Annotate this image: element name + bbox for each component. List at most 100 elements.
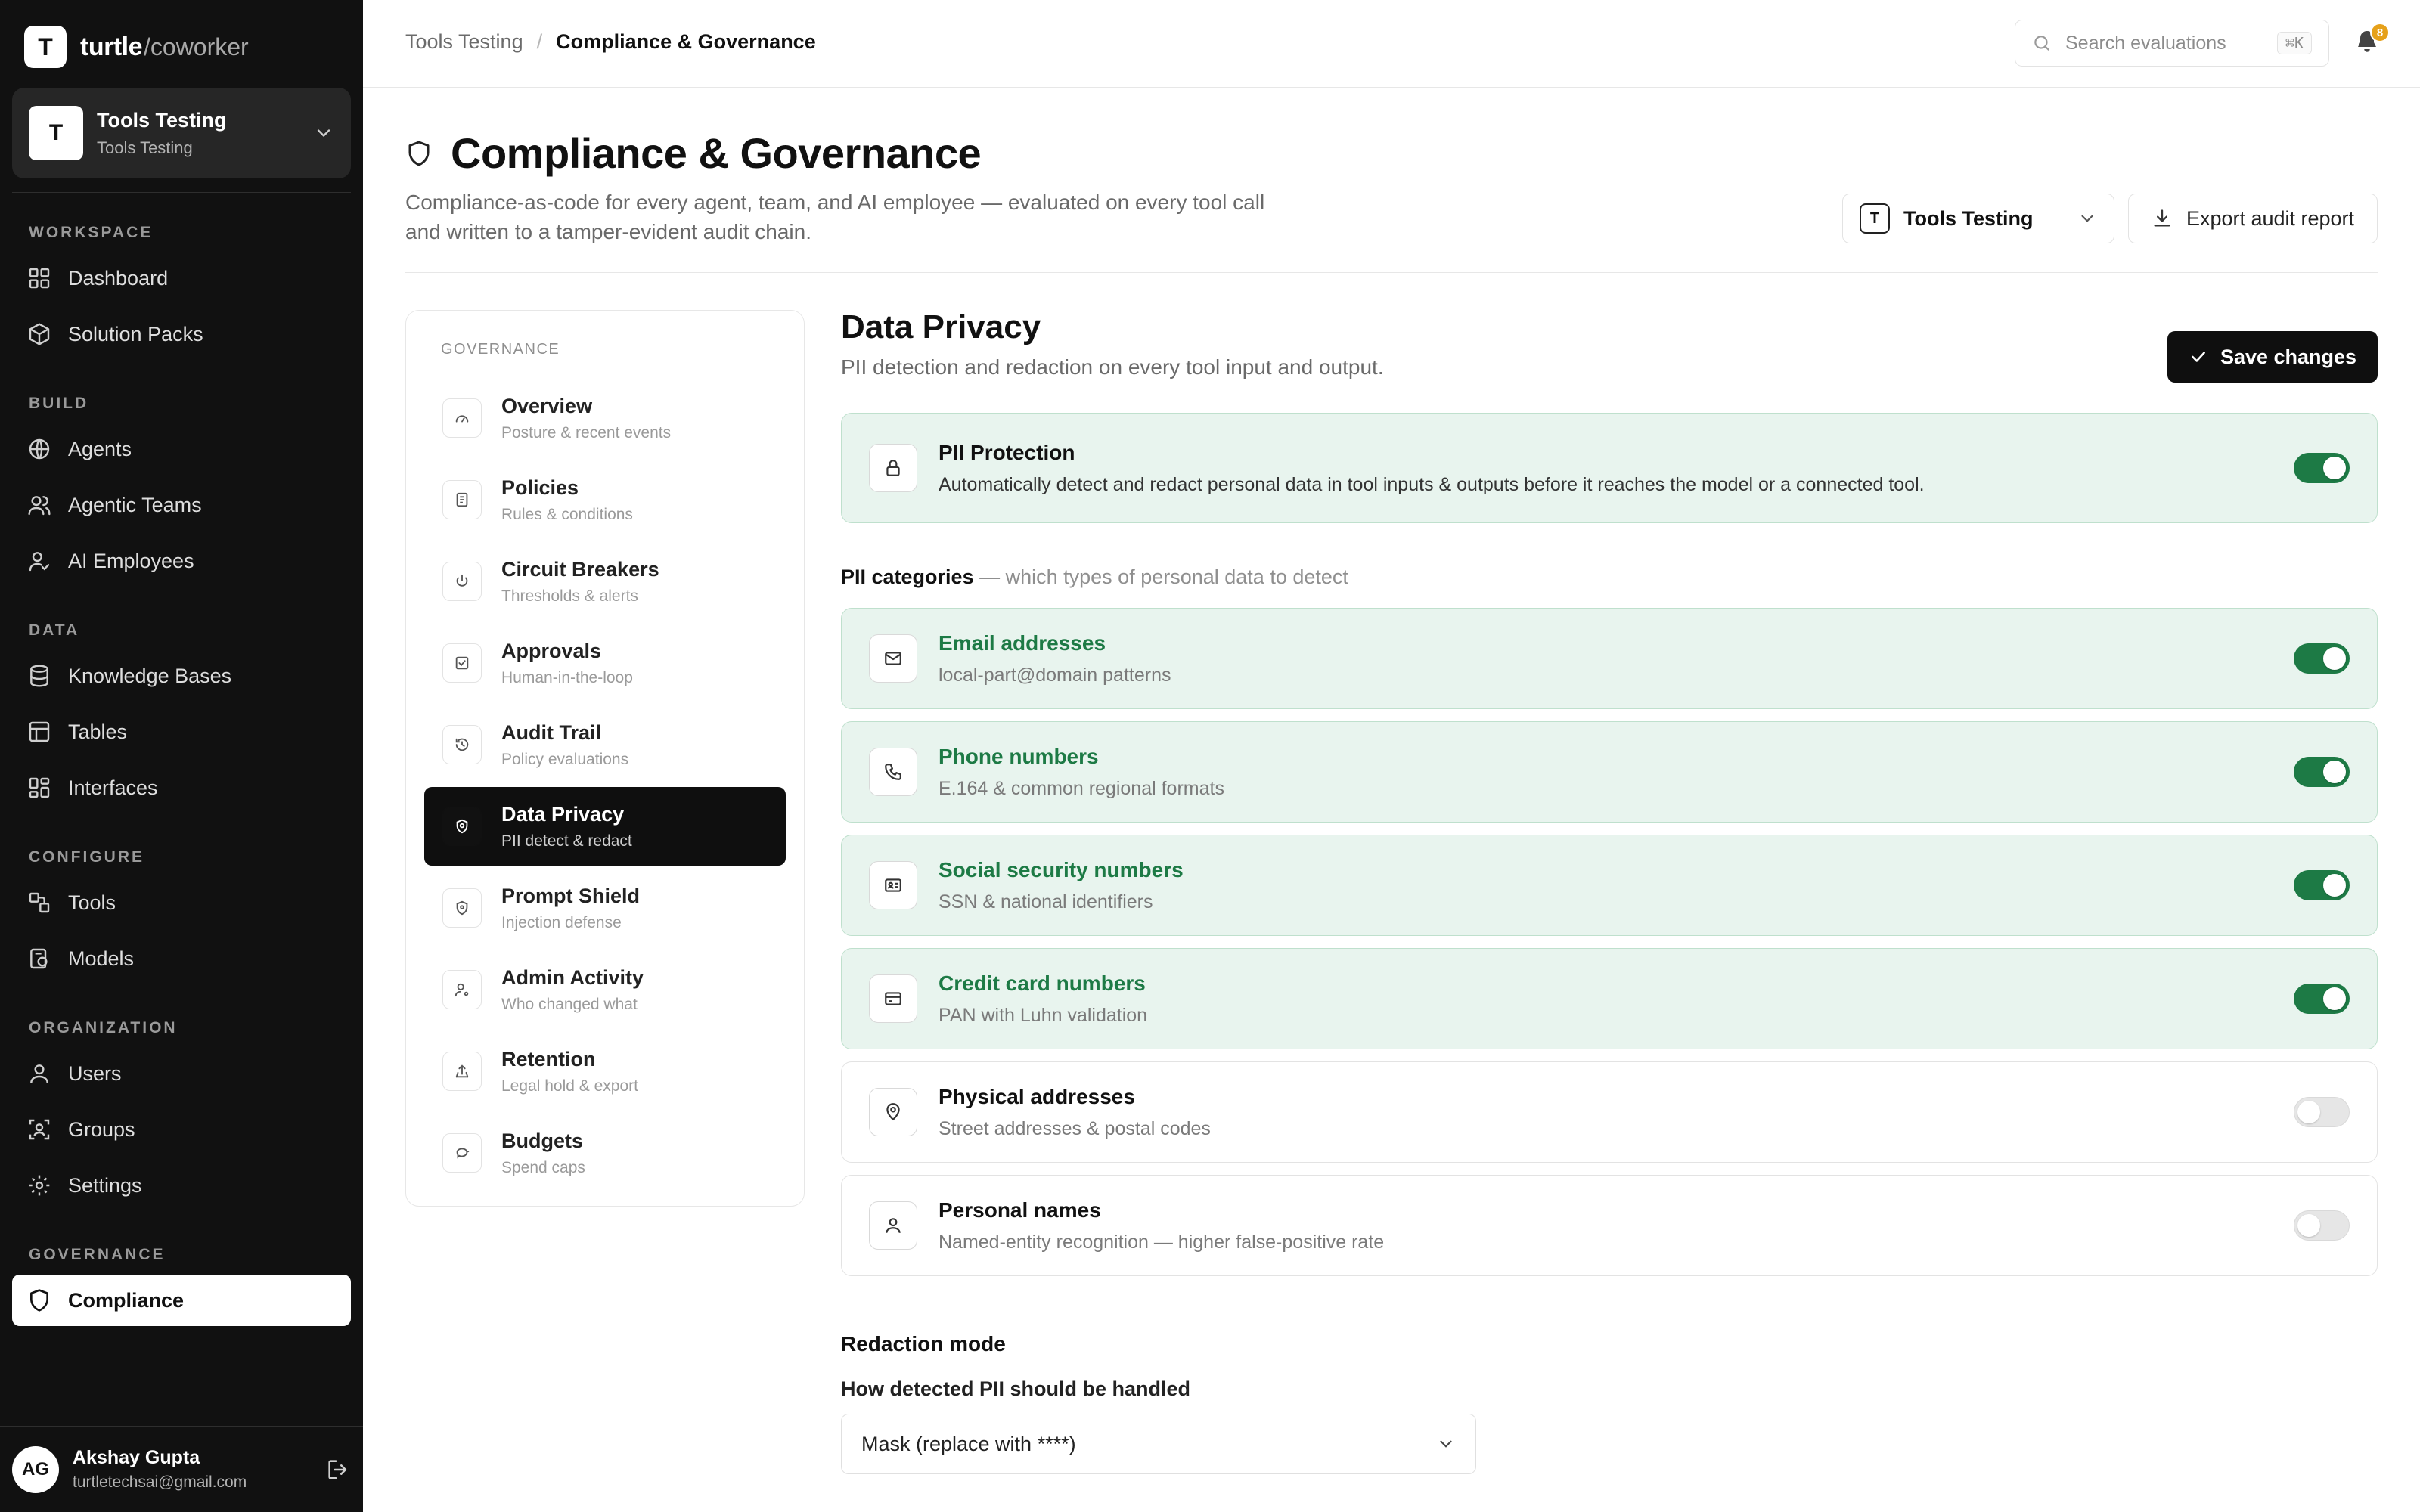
tab-subtitle: PII detect & redact <box>501 832 632 850</box>
gauge-icon <box>442 398 482 438</box>
sidebar: T turtle /coworker T Tools Testing Tools… <box>0 0 363 1512</box>
category-ssn-toggle[interactable] <box>2294 870 2350 900</box>
logout-icon[interactable] <box>325 1457 351 1483</box>
search-input[interactable]: Search evaluations ⌘K <box>2015 20 2329 67</box>
group-icon <box>29 1119 50 1140</box>
download-icon <box>2154 209 2170 227</box>
breadcrumb-parent[interactable]: Tools Testing <box>405 30 523 54</box>
tab-retention[interactable]: Retention Legal hold & export <box>424 1032 786 1111</box>
sidebar-item-interfaces[interactable]: Interfaces <box>12 762 351 813</box>
sidebar-item-knowledge-bases[interactable]: Knowledge Bases <box>12 650 351 702</box>
workspace-avatar: T <box>29 106 83 160</box>
sidebar-item-models[interactable]: Models <box>12 933 351 984</box>
sidebar-item-label: Dashboard <box>68 266 169 290</box>
governance-nav: GOVERNANCE Overview Posture & recent even… <box>405 310 805 1207</box>
brand-name: turtle <box>80 32 143 61</box>
sidebar-item-ai-employees[interactable]: AI Employees <box>12 535 351 587</box>
tab-title: Circuit Breakers <box>501 557 659 581</box>
sidebar-item-users[interactable]: Users <box>12 1048 351 1099</box>
notification-badge: 8 <box>2370 23 2390 42</box>
history-icon <box>442 725 482 764</box>
user-profile[interactable]: AG Akshay Gupta turtletechsai@gmail.com <box>0 1426 363 1512</box>
workspace-name: Tools Testing <box>97 108 227 132</box>
save-button[interactable]: Save changes <box>2167 331 2378 383</box>
chevron-down-icon <box>1440 1440 1452 1448</box>
category-address-toggle[interactable] <box>2294 1097 2350 1127</box>
category-phone-toggle[interactable] <box>2294 757 2350 787</box>
nav-section-governance: GOVERNANCE <box>29 1246 166 1263</box>
section-subtitle: PII detection and redaction on every too… <box>841 355 1384 379</box>
category-description: Street addresses & postal codes <box>939 1117 1211 1139</box>
tab-prompt-shield[interactable]: Prompt Shield Injection defense <box>424 869 786 947</box>
tab-title: Admin Activity <box>501 965 644 989</box>
sidebar-item-label: Agentic Teams <box>68 493 202 516</box>
sidebar-item-label: Solution Packs <box>68 322 203 345</box>
tab-budgets[interactable]: Budgets Spend caps <box>424 1114 786 1192</box>
scope-avatar: T <box>1860 203 1890 234</box>
nav-section-organization: ORGANIZATION <box>29 1019 178 1036</box>
box-icon <box>29 323 50 345</box>
category-description: SSN & national identifiers <box>939 891 1153 912</box>
nav-section-data: DATA <box>29 621 80 639</box>
sidebar-item-dashboard[interactable]: Dashboard <box>12 253 351 304</box>
category-names-toggle[interactable] <box>2294 1210 2350 1241</box>
category-phone-card: Phone numbers E.164 & common regional fo… <box>841 721 2378 823</box>
export-label: Export audit report <box>2186 206 2355 230</box>
sidebar-item-label: Compliance <box>68 1288 185 1312</box>
avatar: AG <box>12 1445 59 1493</box>
tab-policies[interactable]: Policies Rules & conditions <box>424 460 786 539</box>
shield-icon <box>30 1289 48 1312</box>
pii-protection-toggle[interactable] <box>2294 453 2350 483</box>
tab-circuit-breakers[interactable]: Circuit Breakers Thresholds & alerts <box>424 542 786 621</box>
search-shortcut: ⌘K <box>2276 32 2312 54</box>
tab-subtitle: Legal hold & export <box>501 1077 638 1095</box>
tab-title: Data Privacy <box>501 802 625 826</box>
check-square-icon <box>442 643 482 683</box>
tab-admin-activity[interactable]: Admin Activity Who changed what <box>424 950 786 1029</box>
brand[interactable]: T turtle /coworker <box>24 26 249 68</box>
user-email: turtletechsai@gmail.com <box>73 1473 247 1491</box>
sidebar-item-tools[interactable]: Tools <box>12 877 351 928</box>
tab-overview[interactable]: Overview Posture & recent events <box>424 379 786 457</box>
user-icon <box>30 1064 48 1083</box>
category-title: Phone numbers <box>939 744 1099 768</box>
tab-data-privacy[interactable]: Data Privacy PII detect & redact <box>424 787 786 866</box>
sidebar-divider <box>12 192 351 193</box>
sidebar-item-groups[interactable]: Groups <box>12 1104 351 1155</box>
sidebar-item-compliance[interactable]: Compliance <box>12 1275 351 1326</box>
tab-title: Audit Trail <box>501 720 602 744</box>
sidebar-item-agents[interactable]: Agents <box>12 423 351 475</box>
shield-alert-icon <box>442 888 482 928</box>
tab-title: Policies <box>501 476 579 499</box>
sidebar-item-solution-packs[interactable]: Solution Packs <box>12 308 351 360</box>
save-label: Save changes <box>2220 345 2357 368</box>
export-audit-report-button[interactable]: Export audit report <box>2128 194 2378 243</box>
category-description: Named-entity recognition — higher false-… <box>939 1231 1385 1253</box>
nav-section-workspace: WORKSPACE <box>29 224 154 241</box>
search-placeholder: Search evaluations <box>2065 32 2226 54</box>
header-divider <box>405 272 2378 273</box>
scope-selector[interactable]: T Tools Testing <box>1842 194 2114 243</box>
redaction-title: Redaction mode <box>841 1332 1006 1356</box>
tab-subtitle: Human-in-the-loop <box>501 668 633 686</box>
tab-approvals[interactable]: Approvals Human-in-the-loop <box>424 624 786 702</box>
redaction-mode-select[interactable]: Mask (replace with ****) <box>841 1414 1476 1474</box>
top-bar: Tools Testing / Compliance & Governance … <box>363 0 2420 88</box>
archive-icon <box>442 1052 482 1091</box>
user-name: Akshay Gupta <box>73 1447 200 1468</box>
chevron-down-icon <box>317 129 330 137</box>
brand-suffix: /coworker <box>144 33 249 60</box>
category-credit-card-toggle[interactable] <box>2294 984 2350 1014</box>
search-icon <box>2034 36 2049 51</box>
categories-heading: PII categories — which types of personal… <box>841 565 1348 589</box>
tab-audit-trail[interactable]: Audit Trail Policy evaluations <box>424 705 786 784</box>
workspace-switcher[interactable]: T Tools Testing Tools Testing <box>12 88 351 178</box>
category-email-toggle[interactable] <box>2294 643 2350 674</box>
workspace-subtitle: Tools Testing <box>97 138 193 157</box>
breadcrumb-separator: / <box>536 30 543 53</box>
categories-heading-label: PII categories <box>841 565 974 588</box>
sidebar-item-agentic-teams[interactable]: Agentic Teams <box>12 479 351 531</box>
sidebar-item-settings[interactable]: Settings <box>12 1160 351 1211</box>
phone-icon <box>869 748 917 796</box>
sidebar-item-tables[interactable]: Tables <box>12 706 351 758</box>
